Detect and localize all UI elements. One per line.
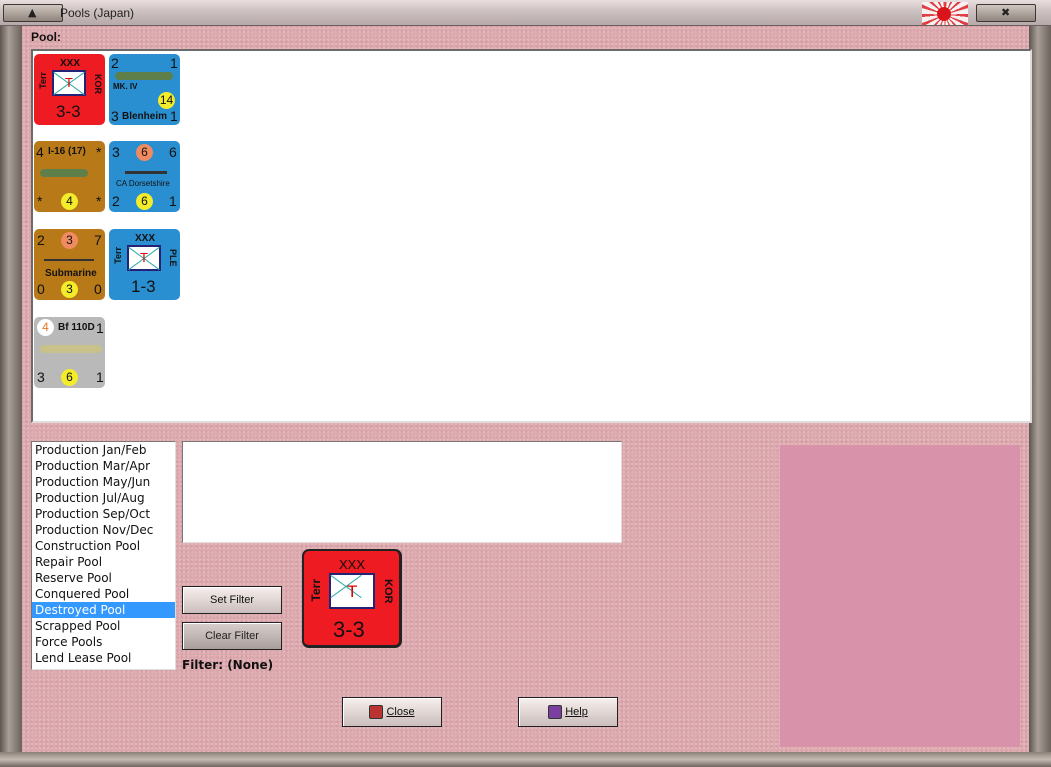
counter-badge: 6 — [136, 193, 153, 210]
counter-submarine[interactable]: 2 3 7 Submarine 0 3 0 — [34, 229, 105, 300]
list-item[interactable]: Production Jan/Feb — [32, 442, 175, 458]
counter-stat-tl: 3 — [112, 144, 120, 160]
selected-counter-preview: XXX Terr KOR T 3-3 — [302, 549, 402, 648]
counter-name: Blenheim — [122, 111, 168, 122]
plane-icon — [40, 345, 102, 353]
counter-stat-br: 0 — [94, 281, 102, 297]
counter-size: XXX — [135, 233, 156, 244]
counter-i16[interactable]: 4 I-16 (17) * * 4 * — [34, 141, 105, 212]
counter-blenheim[interactable]: 2 1 MK. IV 14 3 Blenheim 1 — [109, 54, 180, 125]
infantry-symbol-icon: T — [127, 245, 161, 271]
pool-label: Pool: — [31, 30, 61, 44]
infantry-symbol-icon: T — [52, 70, 86, 96]
counter-name: I-16 (17) — [48, 146, 86, 157]
title-bar: ▲ Pools (Japan) ✖ — [0, 0, 1051, 26]
counter-stat-bl: 3 — [37, 369, 45, 385]
infantry-symbol-icon: T — [329, 573, 375, 609]
counter-stat-tl: 4 — [36, 144, 44, 160]
list-item[interactable]: Conquered Pool — [32, 586, 175, 602]
counter-stat-tr: 7 — [94, 232, 102, 248]
counter-name: CA Dorsetshire — [116, 179, 170, 188]
counter-badge: 4 — [61, 193, 78, 210]
counter-top-badge: 6 — [136, 144, 153, 161]
counter-size: XXX — [339, 557, 366, 572]
counter-type: Terr — [309, 579, 323, 602]
counter-ca-dorsetshire[interactable]: 3 6 6 CA Dorsetshire 2 6 1 — [109, 141, 180, 212]
counter-stat-br: 1 — [96, 369, 104, 385]
rising-sun-flag-icon — [922, 2, 968, 25]
counter-badge: 3 — [61, 281, 78, 298]
window-frame: ▲ Pools (Japan) ✖ Pool: XXX Terr KOR T 3… — [0, 0, 1051, 767]
help-button-label: Help — [565, 706, 588, 718]
plane-icon — [40, 169, 88, 177]
preview-panel — [780, 445, 1020, 747]
list-item[interactable]: Production Jul/Aug — [32, 490, 175, 506]
window-title: Pools (Japan) — [60, 6, 135, 20]
window-menu-button[interactable]: ▲ — [3, 4, 63, 22]
filter-status: Filter: (None) — [182, 658, 274, 672]
bottom-frame-rail — [0, 752, 1051, 767]
list-item[interactable]: Reserve Pool — [32, 570, 175, 586]
counter-stat-tl: 2 — [111, 55, 119, 71]
counter-type: Terr — [113, 247, 123, 264]
counter-size: XXX — [60, 58, 81, 69]
counter-stat-tl: 2 — [37, 232, 45, 248]
counter-type: Terr — [38, 72, 48, 89]
counter-home: KOR — [93, 74, 103, 94]
submarine-icon — [44, 259, 94, 261]
counter-home: KOR — [382, 579, 394, 604]
list-item[interactable]: Lend Lease Pool — [32, 650, 175, 666]
counter-stat-br: * — [96, 193, 102, 209]
right-frame-rail — [1029, 26, 1051, 756]
counter-stat-tr: 1 — [96, 320, 104, 336]
close-button[interactable]: Close — [342, 697, 442, 727]
counter-stat-tl: 4 — [37, 319, 54, 336]
counter-stat-bl: 0 — [37, 281, 45, 297]
counter-stat-bl: 3 — [111, 108, 119, 124]
counter-mark: MK. IV — [113, 82, 138, 91]
counter-strength: 3-3 — [56, 102, 81, 121]
clear-filter-button[interactable]: Clear Filter — [182, 622, 282, 650]
book-icon — [548, 705, 563, 720]
list-item[interactable]: Scrapped Pool — [32, 618, 175, 634]
list-item[interactable]: Force Pools — [32, 634, 175, 650]
counter-name: Bf 110D — [58, 322, 95, 333]
list-item[interactable]: Production Sep/Oct — [32, 506, 175, 522]
plane-icon — [115, 72, 173, 80]
help-button[interactable]: Help — [518, 697, 618, 727]
set-filter-button[interactable]: Set Filter — [182, 586, 282, 614]
counter-strength: 1-3 — [131, 277, 156, 296]
counter-stat-bl: 2 — [112, 193, 120, 209]
list-item[interactable]: Production May/Jun — [32, 474, 175, 490]
counter-name: Submarine — [45, 268, 97, 279]
pool-counter-area: XXX Terr KOR T 3-3 2 1 MK. IV 14 3 Blenh… — [31, 49, 1032, 423]
list-item-selected[interactable]: Destroyed Pool — [32, 602, 175, 618]
counter-home: PLE — [168, 249, 178, 267]
window-close-button[interactable]: ✖ — [976, 4, 1036, 22]
left-frame-rail — [0, 26, 22, 756]
counter-stat-bl: * — [37, 193, 43, 209]
list-item[interactable]: Production Nov/Dec — [32, 522, 175, 538]
counter-top-badge: 3 — [61, 232, 78, 249]
ship-icon — [125, 171, 167, 174]
counter-terr-ple[interactable]: XXX Terr PLE T 1-3 — [109, 229, 180, 300]
counter-strength: 3-3 — [333, 617, 365, 642]
counter-badge: 14 — [158, 92, 175, 109]
counter-stat-tr: 1 — [170, 55, 178, 71]
close-button-label: Close — [386, 706, 415, 718]
counter-terr-kor[interactable]: XXX Terr KOR T 3-3 — [34, 54, 105, 125]
counter-stat-br: 1 — [169, 193, 177, 209]
door-exit-icon — [369, 705, 384, 720]
pool-list[interactable]: Production Jan/Feb Production Mar/Apr Pr… — [31, 441, 176, 670]
filter-text-box[interactable] — [182, 441, 622, 543]
list-item[interactable]: Repair Pool — [32, 554, 175, 570]
list-item[interactable]: Production Mar/Apr — [32, 458, 175, 474]
counter-stat-tr: 6 — [169, 144, 177, 160]
counter-badge: 6 — [61, 369, 78, 386]
counter-stat-br: 1 — [170, 108, 178, 124]
counter-bf110d[interactable]: 4 Bf 110D 1 3 6 1 — [34, 317, 105, 388]
counter-stat-tr: * — [96, 144, 102, 160]
list-item[interactable]: Construction Pool — [32, 538, 175, 554]
